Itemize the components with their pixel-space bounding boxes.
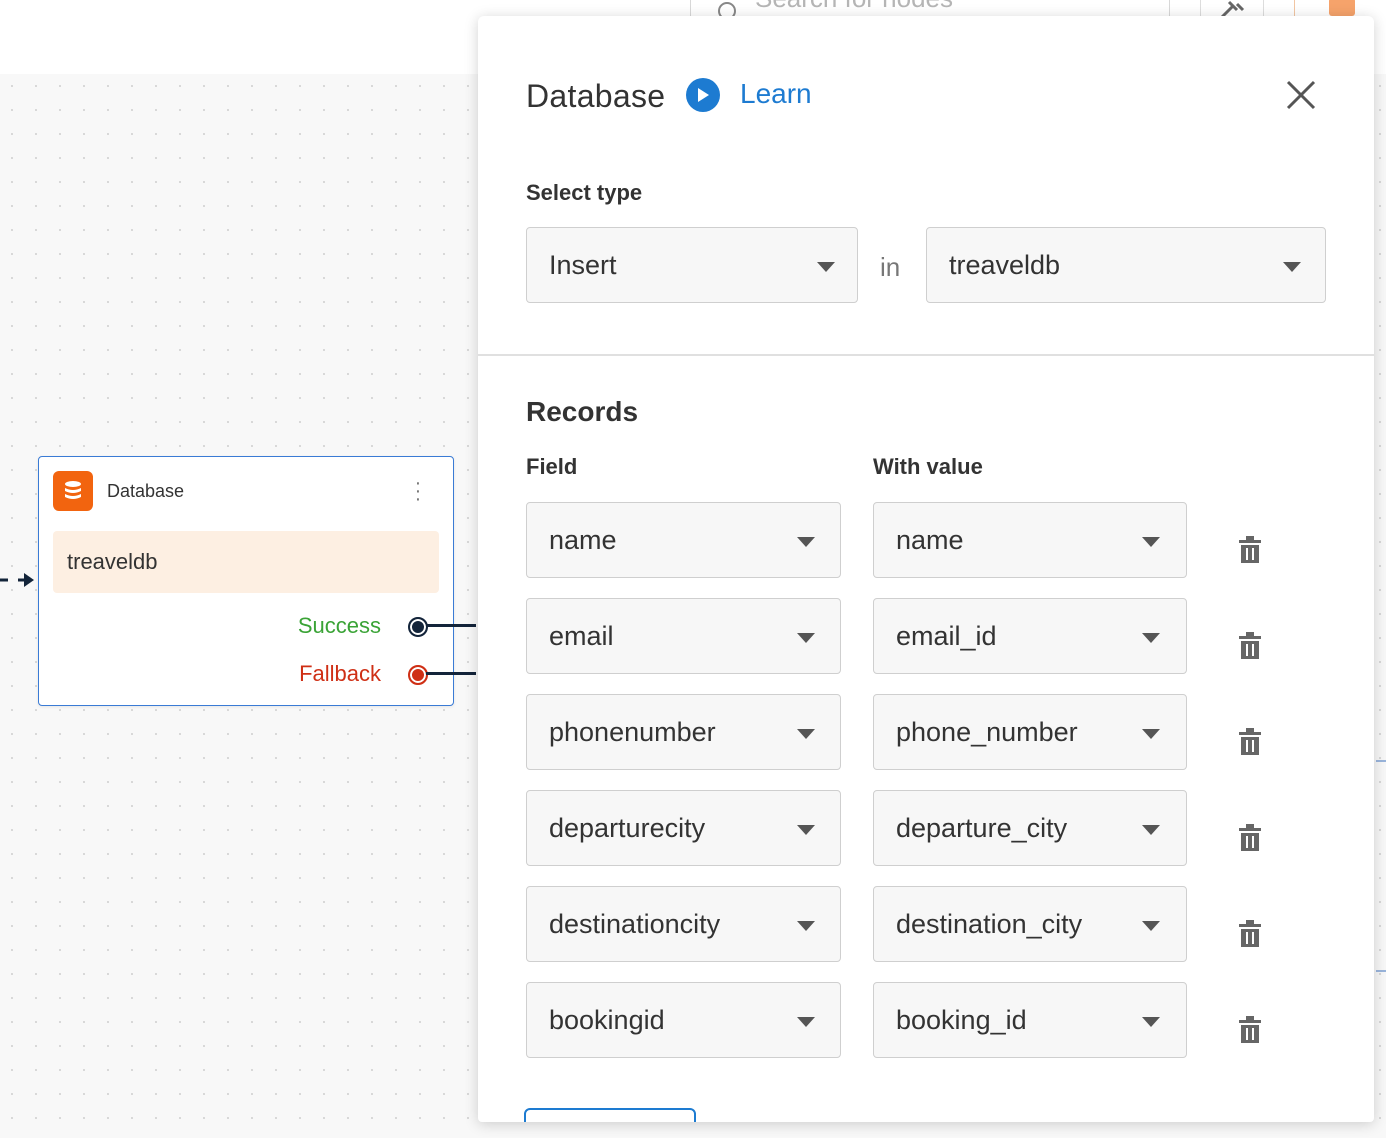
- record-value-select[interactable]: departure_city: [873, 790, 1187, 866]
- chevron-down-icon: [797, 633, 815, 643]
- record-value-select[interactable]: destination_city: [873, 886, 1187, 962]
- fallback-port[interactable]: [408, 665, 428, 685]
- node-type-icon: [1329, 0, 1355, 16]
- record-field-value: departurecity: [549, 813, 706, 843]
- chevron-down-icon: [797, 537, 815, 547]
- type-select-value: Insert: [549, 250, 617, 280]
- chevron-down-icon: [1142, 729, 1160, 739]
- play-icon[interactable]: [686, 78, 720, 112]
- chevron-down-icon: [797, 825, 815, 835]
- chevron-down-icon: [1142, 1017, 1160, 1027]
- chevron-down-icon: [817, 262, 835, 272]
- database-icon: [53, 471, 93, 511]
- record-value-select[interactable]: booking_id: [873, 982, 1187, 1058]
- database-select[interactable]: treaveldb: [926, 227, 1326, 303]
- select-type-label: Select type: [526, 180, 643, 205]
- record-field-value: email: [549, 621, 614, 651]
- success-label: Success: [297, 613, 381, 638]
- trash-icon[interactable]: [1238, 1016, 1262, 1044]
- add-record-button[interactable]: [524, 1108, 696, 1122]
- chevron-down-icon: [797, 921, 815, 931]
- record-field-select[interactable]: name: [526, 502, 841, 578]
- record-field-select[interactable]: email: [526, 598, 841, 674]
- database-select-value: treaveldb: [949, 250, 1061, 280]
- records-title: Records: [526, 396, 639, 427]
- record-field-select[interactable]: destinationcity: [526, 886, 841, 962]
- record-field-value: destinationcity: [549, 909, 721, 939]
- record-value-value: name: [896, 525, 964, 555]
- chevron-down-icon: [797, 729, 815, 739]
- fallback-connection-line: [426, 672, 476, 675]
- record-field-select[interactable]: phonenumber: [526, 694, 841, 770]
- chevron-down-icon: [1142, 921, 1160, 931]
- database-settings-panel: Database Learn Select type Insert in tre…: [478, 16, 1374, 1122]
- type-select[interactable]: Insert: [526, 227, 858, 303]
- chevron-down-icon: [1142, 825, 1160, 835]
- record-value-value: departure_city: [896, 813, 1068, 843]
- field-column-header: Field: [526, 454, 578, 479]
- record-value-value: email_id: [896, 621, 997, 651]
- success-connection-line: [426, 624, 476, 627]
- more-vertical-icon[interactable]: · · ·: [411, 473, 425, 509]
- success-port[interactable]: [408, 617, 428, 637]
- incoming-connection-arrow: [0, 573, 34, 587]
- node-db-name: treaveldb: [67, 549, 158, 574]
- record-value-value: destination_city: [896, 909, 1083, 939]
- panel-title: Database: [526, 78, 666, 114]
- learn-link[interactable]: Learn: [740, 78, 812, 110]
- record-field-value: phonenumber: [549, 717, 716, 747]
- record-field-value: bookingid: [549, 1005, 665, 1035]
- chevron-down-icon: [797, 1017, 815, 1027]
- record-value-select[interactable]: phone_number: [873, 694, 1187, 770]
- record-value-value: phone_number: [896, 717, 1078, 747]
- trash-icon[interactable]: [1238, 824, 1262, 852]
- trash-icon[interactable]: [1238, 728, 1262, 756]
- node-body: treaveldb: [53, 531, 439, 593]
- trash-icon[interactable]: [1238, 920, 1262, 948]
- chevron-down-icon: [1142, 537, 1160, 547]
- record-field-select[interactable]: departurecity: [526, 790, 841, 866]
- database-node[interactable]: Database · · · treaveldb Success Fallback: [38, 456, 454, 706]
- edge-connector: [1376, 940, 1386, 972]
- chevron-down-icon: [1142, 633, 1160, 643]
- record-field-value: name: [549, 525, 617, 555]
- close-icon[interactable]: [1284, 78, 1318, 112]
- edge-connector: [1376, 720, 1386, 762]
- record-value-value: booking_id: [896, 1005, 1027, 1035]
- trash-icon[interactable]: [1238, 536, 1262, 564]
- trash-icon[interactable]: [1238, 632, 1262, 660]
- value-column-header: With value: [873, 454, 983, 479]
- chevron-down-icon: [1283, 262, 1301, 272]
- record-field-select[interactable]: bookingid: [526, 982, 841, 1058]
- node-title: Database: [107, 481, 185, 501]
- search-placeholder: Search for nodes: [755, 0, 953, 14]
- fallback-label: Fallback: [299, 661, 381, 686]
- record-value-select[interactable]: email_id: [873, 598, 1187, 674]
- in-label: in: [880, 252, 901, 282]
- record-value-select[interactable]: name: [873, 502, 1187, 578]
- section-divider: [478, 354, 1374, 356]
